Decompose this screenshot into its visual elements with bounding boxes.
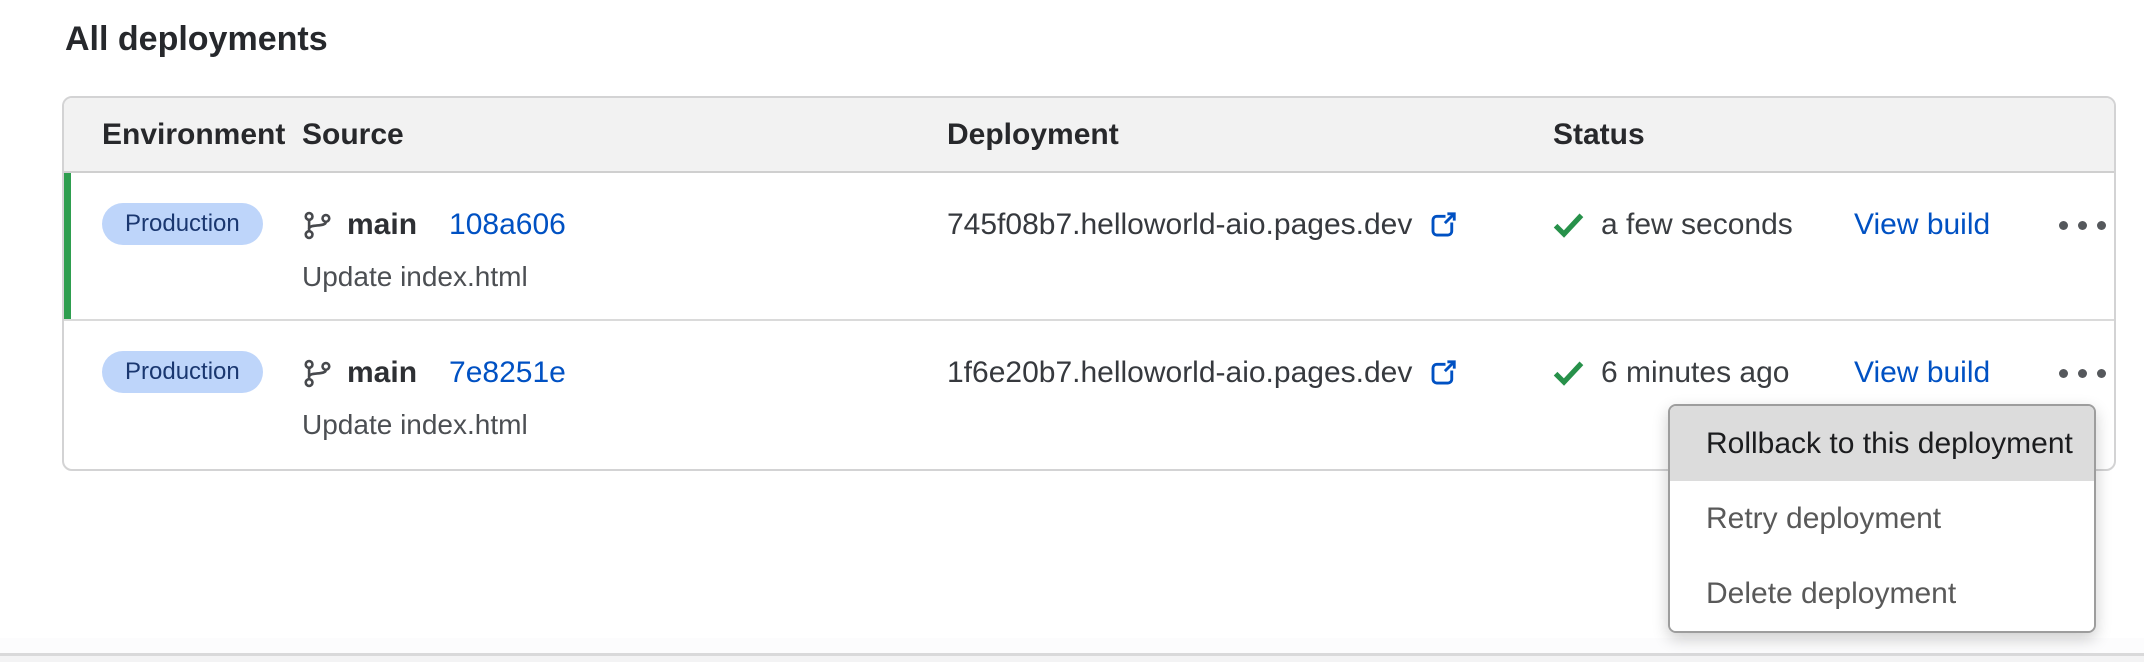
column-header-status: Status [1553, 118, 1854, 152]
branch-name: main [347, 356, 417, 390]
column-header-environment: Environment [102, 118, 302, 152]
success-check-icon [1553, 360, 1584, 386]
row-actions-button[interactable] [2059, 203, 2106, 247]
ellipsis-icon [2059, 369, 2068, 378]
status-cell: a few seconds [1553, 203, 1854, 295]
current-deployment-indicator [64, 173, 71, 319]
commit-message: Update index.html [302, 259, 947, 295]
success-check-icon [1553, 212, 1584, 238]
external-link-icon[interactable] [1428, 210, 1458, 240]
git-branch-icon [302, 358, 333, 389]
status-time: a few seconds [1601, 208, 1793, 242]
deployment-url: 745f08b7.helloworld-aio.pages.dev [947, 208, 1412, 242]
deployment-cell: 1f6e20b7.helloworld-aio.pages.dev [947, 351, 1553, 445]
menu-item-delete[interactable]: Delete deployment [1670, 556, 2094, 631]
commit-message: Update index.html [302, 407, 947, 443]
view-build-cell: View build [1854, 203, 2059, 295]
menu-item-rollback[interactable]: Rollback to this deployment [1670, 406, 2094, 481]
deployment-cell: 745f08b7.helloworld-aio.pages.dev [947, 203, 1553, 295]
source-cell: main 7e8251e Update index.html [302, 351, 947, 445]
context-menu: Rollback to this deployment Retry deploy… [1668, 404, 2096, 633]
source-cell: main 108a606 Update index.html [302, 203, 947, 295]
commit-link[interactable]: 7e8251e [449, 356, 566, 390]
column-header-deployment: Deployment [947, 118, 1553, 152]
ellipsis-icon [2059, 221, 2068, 230]
section-divider [0, 638, 2144, 662]
table-row: Production main 108a606 Update index.htm… [64, 173, 2114, 319]
external-link-icon[interactable] [1428, 358, 1458, 388]
environment-badge: Production [102, 351, 263, 393]
table-header-row: Environment Source Deployment Status [64, 98, 2114, 173]
menu-item-retry[interactable]: Retry deployment [1670, 481, 2094, 556]
commit-link[interactable]: 108a606 [449, 208, 566, 242]
column-header-source: Source [302, 118, 947, 152]
page-title: All deployments [65, 20, 328, 59]
git-branch-icon [302, 210, 333, 241]
branch-name: main [347, 208, 417, 242]
deployment-url: 1f6e20b7.helloworld-aio.pages.dev [947, 356, 1412, 390]
status-time: 6 minutes ago [1601, 356, 1789, 390]
view-build-link[interactable]: View build [1854, 208, 1990, 242]
environment-cell: Production [102, 203, 302, 295]
view-build-link[interactable]: View build [1854, 356, 1990, 390]
actions-cell [2059, 203, 2114, 295]
environment-badge: Production [102, 203, 263, 245]
row-actions-button[interactable] [2059, 351, 2106, 395]
environment-cell: Production [102, 351, 302, 445]
